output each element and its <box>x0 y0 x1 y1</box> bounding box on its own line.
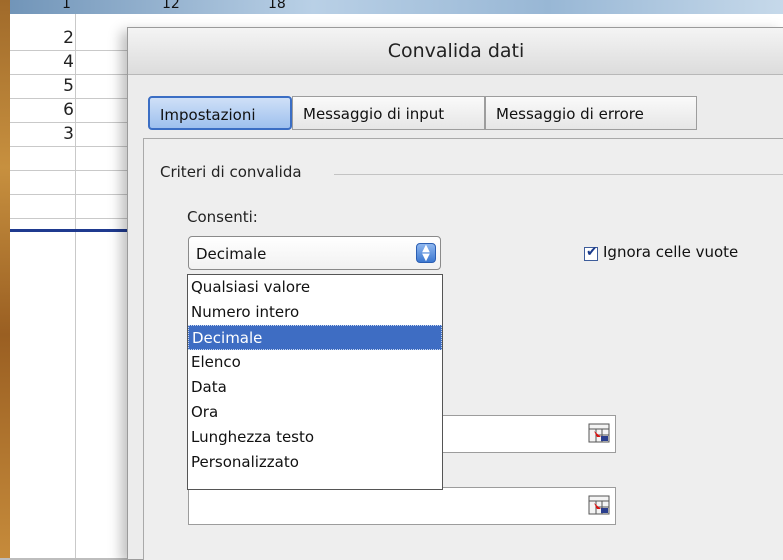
top-band: 1 12 18 <box>0 0 783 14</box>
selection-border <box>10 229 130 232</box>
top-fragment: 1 <box>62 0 71 12</box>
cell-value[interactable]: 2 <box>10 26 74 50</box>
option-text-length[interactable]: Lunghezza testo <box>188 425 442 450</box>
cell-value[interactable]: 5 <box>10 74 74 98</box>
option-time[interactable]: Ora <box>188 400 442 425</box>
option-decimal[interactable]: Decimale <box>188 325 442 350</box>
option-custom[interactable]: Personalizzato <box>188 450 442 475</box>
tab-input-message[interactable]: Messaggio di input <box>292 96 485 130</box>
cell-value[interactable]: 3 <box>10 122 74 146</box>
option-any-value[interactable]: Qualsiasi valore <box>188 275 442 300</box>
range-picker-icon[interactable] <box>588 495 610 515</box>
option-list[interactable]: Elenco <box>188 350 442 375</box>
allow-dropdown-list[interactable]: Qualsiasi valore Numero intero Decimale … <box>187 274 443 490</box>
tab-error-message[interactable]: Messaggio di errore <box>485 96 697 130</box>
range-picker-icon[interactable] <box>588 423 610 443</box>
allow-label: Consenti: <box>187 208 258 226</box>
dialog-title: Convalida dati <box>128 28 783 75</box>
group-label: Criteri di convalida <box>160 163 310 181</box>
option-whole-number[interactable]: Numero intero <box>188 300 442 325</box>
top-fragment: 18 <box>268 0 286 12</box>
updown-arrows-icon[interactable]: ▲ ▼ <box>416 243 436 263</box>
cell-value[interactable]: 6 <box>10 98 74 122</box>
option-date[interactable]: Data <box>188 375 442 400</box>
ignore-blank-checkbox[interactable]: ✔ <box>584 244 598 261</box>
checkmark-icon: ✔ <box>586 244 598 260</box>
allow-select-value: Decimale <box>196 245 267 263</box>
tab-settings[interactable]: Impostazioni <box>148 96 292 130</box>
cell-value[interactable]: 4 <box>10 50 74 74</box>
window-edge <box>0 0 10 558</box>
top-fragment: 12 <box>162 0 180 12</box>
maximum-field[interactable] <box>188 487 616 525</box>
ignore-blank-label[interactable]: Ignora celle vuote <box>603 243 738 261</box>
allow-select[interactable]: Decimale ▲ ▼ <box>188 236 441 270</box>
group-divider <box>334 174 783 175</box>
